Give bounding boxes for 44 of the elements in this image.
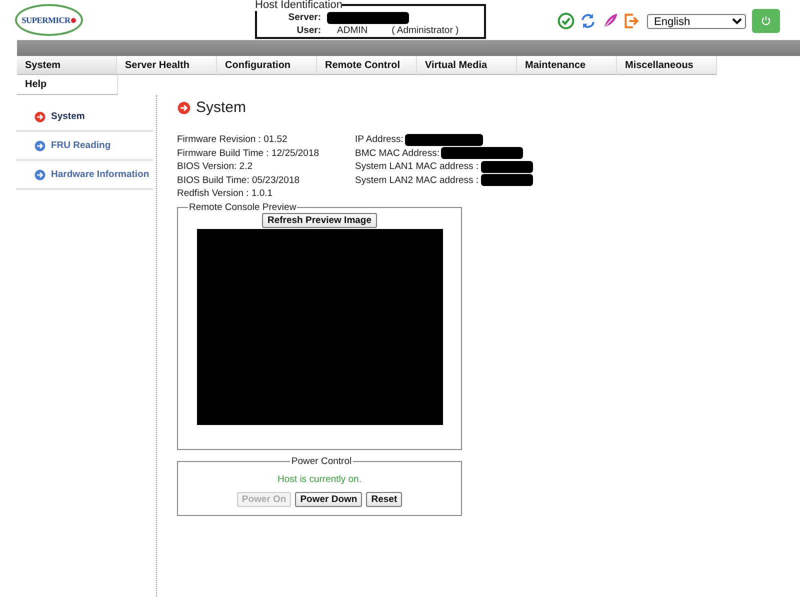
sidebar-item[interactable]: Hardware Information <box>16 161 153 190</box>
info-text: BIOS Build Time: 05/23/2018 <box>177 174 301 187</box>
feather-icon[interactable] <box>601 12 619 30</box>
sidebar-item[interactable]: System <box>16 103 153 132</box>
host-status: Host is currently on. <box>276 474 362 484</box>
page-title: System <box>196 99 246 116</box>
panel-legend: Remote Console Preview <box>188 202 298 212</box>
sidebar-item[interactable]: FRU Reading <box>16 132 153 161</box>
info-text: Redfish Version : 1.0.1 <box>177 187 274 200</box>
panel-legend: Power Control <box>290 456 353 466</box>
info-label: System LAN1 MAC address : <box>355 160 479 174</box>
info-text: Firmware Revision : 01.52 <box>177 133 288 146</box>
menu-tab[interactable]: System <box>17 56 117 75</box>
menu-tab[interactable]: Miscellaneous <box>617 56 717 75</box>
menu-tab[interactable]: Maintenance <box>517 56 617 75</box>
arrow-icon <box>34 140 46 152</box>
arrow-icon <box>34 168 46 180</box>
language-select[interactable]: English <box>647 14 746 28</box>
arrow-icon <box>34 110 46 122</box>
refresh-preview-button[interactable]: Refresh Preview Image <box>262 212 377 228</box>
user-name: ADMIN <box>337 25 368 36</box>
menu-tab[interactable]: Configuration <box>217 56 317 75</box>
info-text: Firmware Build Time : 12/25/2018 <box>177 146 320 160</box>
info-label: IP Address: <box>355 133 404 146</box>
logout-icon[interactable] <box>623 12 641 30</box>
power-icon <box>760 15 772 27</box>
power-action-button[interactable]: Reset <box>366 492 402 506</box>
check-icon[interactable] <box>557 12 575 30</box>
power-button[interactable] <box>752 9 780 33</box>
menu-tab[interactable]: Server Health <box>117 56 217 75</box>
menu-tab[interactable]: Help <box>17 75 118 95</box>
menu-tab[interactable]: Virtual Media <box>417 56 517 75</box>
host-identification-title: Host Identification <box>255 0 342 11</box>
user-label: User: <box>296 25 321 36</box>
supermicro-logo: SUPERMICR <box>15 4 83 36</box>
refresh-icon[interactable] <box>579 12 597 30</box>
menu-tab[interactable]: Remote Control <box>317 56 417 75</box>
user-role: ( Administrator ) <box>392 25 459 36</box>
info-label: BMC MAC Address: <box>355 146 440 160</box>
info-label: System LAN2 MAC address : <box>355 174 479 187</box>
power-action-button[interactable]: Power Down <box>295 492 362 506</box>
info-text: BIOS Version: 2.2 <box>177 160 254 174</box>
server-label: Server: <box>287 12 321 23</box>
redacted-value <box>480 174 533 186</box>
